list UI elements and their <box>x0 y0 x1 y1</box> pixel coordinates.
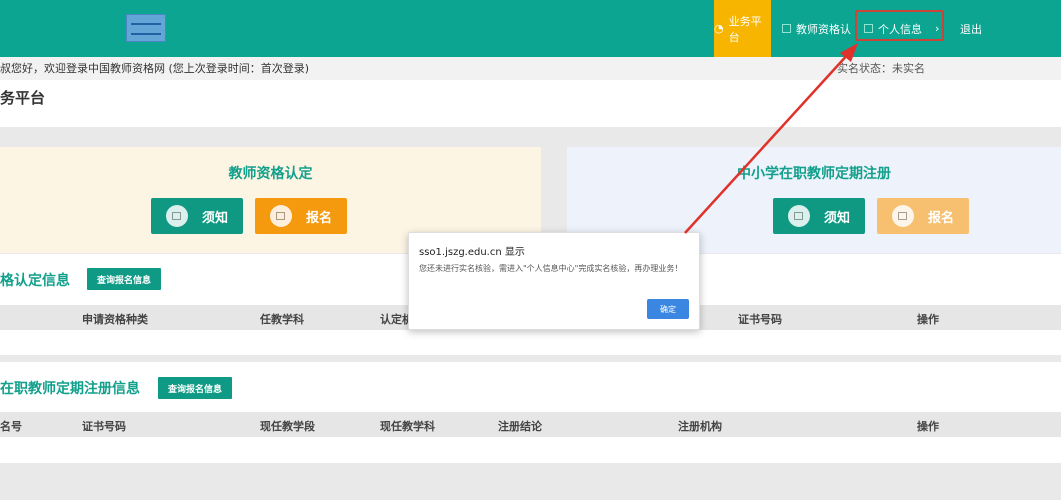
nav-business-platform[interactable]: ◔ 业务平台 <box>714 0 771 57</box>
section-title: 在职教师定期注册信息 <box>0 381 140 397</box>
notice-button[interactable]: 须知 <box>773 198 865 234</box>
dialog-title: sso1.jszg.edu.cn 显示 <box>419 247 525 258</box>
registration-info-section: 在职教师定期注册信息 查询报名信息 名号 证书号码 现任教学段 现任教学科 注册… <box>0 362 1061 463</box>
signup-button[interactable]: 报名 <box>255 198 347 234</box>
query-signup-button[interactable]: 查询报名信息 <box>158 377 232 399</box>
document-icon <box>782 24 791 33</box>
annotation-highlight-box <box>855 10 944 41</box>
query-signup-button[interactable]: 查询报名信息 <box>87 268 161 290</box>
nav-teacher-cert[interactable]: 教师资格认 <box>782 0 851 57</box>
chat-icon: ◔ <box>714 22 724 35</box>
nav-logout[interactable]: 退出 <box>960 0 982 57</box>
signup-button[interactable]: 报名 <box>877 198 969 234</box>
notice-icon <box>787 205 810 227</box>
section-title: 格认定信息 <box>0 273 70 289</box>
clipboard-icon <box>891 205 914 227</box>
dialog-message: 您还未进行实名核验，需进入"个人信息中心"完成实名核验，再办理业务！ <box>419 264 683 273</box>
notice-button[interactable]: 须知 <box>151 198 243 234</box>
notice-icon <box>165 205 188 227</box>
ok-button[interactable]: 确定 <box>647 299 689 319</box>
alert-dialog: sso1.jszg.edu.cn 显示 您还未进行实名核验，需进入"个人信息中心… <box>408 232 700 330</box>
page-title: 务平台 <box>0 80 1061 127</box>
site-logo[interactable] <box>126 14 166 42</box>
card-title: 教师资格认定 <box>228 166 313 182</box>
clipboard-icon <box>269 205 292 227</box>
realname-status: 实名状态：未实名 <box>837 62 925 75</box>
card-title: 中小学在职教师定期注册 <box>737 166 891 182</box>
table-header: 名号 证书号码 现任教学段 现任教学科 注册结论 注册机构 操作 <box>0 412 1061 437</box>
